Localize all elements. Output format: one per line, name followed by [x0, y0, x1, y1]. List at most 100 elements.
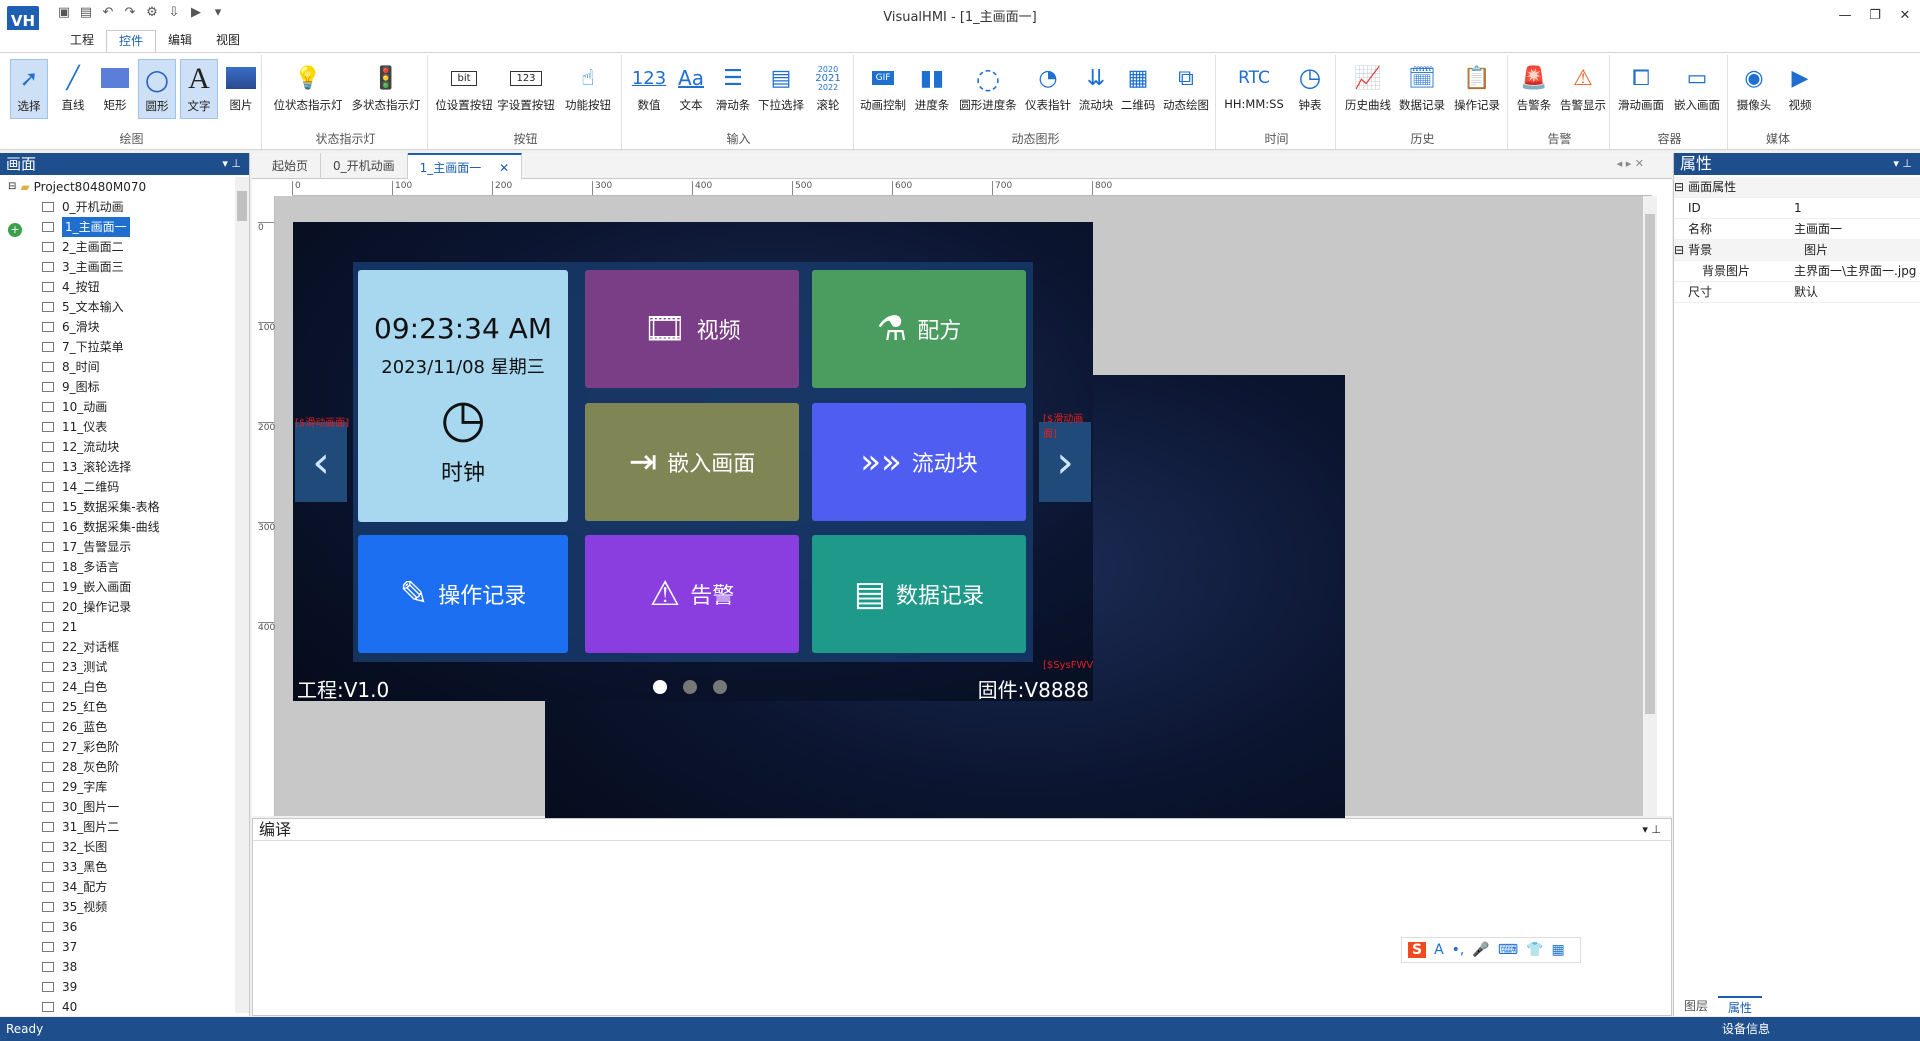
screen-tree-item[interactable]: 10_动画: [0, 397, 234, 417]
property-value[interactable]: 图片: [1804, 240, 1920, 260]
screen-tree-item[interactable]: 25_红色: [0, 697, 234, 717]
add-screen-icon[interactable]: +: [8, 223, 22, 237]
screen-tree-item[interactable]: 8_时间: [0, 357, 234, 377]
recipe-card[interactable]: ⚗ 配方: [812, 270, 1026, 388]
screen-tree-item[interactable]: 24_白色: [0, 677, 234, 697]
screen-tree-item[interactable]: 15_数据采集-表格: [0, 497, 234, 517]
minimize-icon[interactable]: —: [1830, 0, 1860, 30]
oplog-card[interactable]: ✎ 操作记录: [358, 535, 568, 653]
text-input-button[interactable]: Aa 文本: [672, 59, 710, 119]
image-tool-button[interactable]: 图片: [222, 59, 260, 119]
prev-page-button[interactable]: ‹: [295, 422, 347, 502]
property-value[interactable]: 默认: [1794, 282, 1920, 302]
function-button[interactable]: ☝ 功能按钮: [560, 59, 616, 119]
screen-tree-item[interactable]: 13_滚轮选择: [0, 457, 234, 477]
property-value[interactable]: 主画面一: [1794, 219, 1920, 239]
tree-scrollbar[interactable]: [235, 177, 249, 1013]
flow-card[interactable]: »» 流动块: [812, 403, 1026, 521]
close-icon[interactable]: ✕: [1890, 0, 1920, 30]
sliding-screen-button[interactable]: ⧠ 滑动画面: [1614, 59, 1668, 119]
text-tool-button[interactable]: A 文字: [180, 59, 218, 119]
screen-tree-item[interactable]: 9_图标: [0, 377, 234, 397]
screen-tree-item[interactable]: 36: [0, 917, 234, 937]
grid-apps-icon[interactable]: ▦: [1551, 942, 1564, 958]
screen-tree-item[interactable]: 23_测试: [0, 657, 234, 677]
history-curve-button[interactable]: 📈 历史曲线: [1342, 59, 1394, 119]
screen-tree-item[interactable]: 26_蓝色: [0, 717, 234, 737]
screen-tree-item[interactable]: 3_主画面三: [0, 257, 234, 277]
alarm-bar-button[interactable]: 🚨 告警条: [1512, 59, 1556, 119]
line-tool-button[interactable]: ╱ 直线: [54, 59, 92, 119]
collapse-icon[interactable]: ⊟: [1674, 177, 1684, 197]
clock-card[interactable]: 09:23:34 AM 2023/11/08 星期三 ◷ 时钟: [358, 270, 568, 522]
screen-tree-item[interactable]: 17_告警显示: [0, 537, 234, 557]
property-row[interactable]: 背景图片 主界面一\主界面一.jpg: [1674, 261, 1920, 282]
screen-tree-item[interactable]: 6_滑块: [0, 317, 234, 337]
dynamic-draw-button[interactable]: ⧉ 动态绘图: [1160, 59, 1212, 119]
menu-view[interactable]: 视图: [204, 30, 252, 52]
embed-card[interactable]: ⇥ 嵌入画面: [585, 403, 799, 521]
numeric-input-button[interactable]: 123 数值: [630, 59, 668, 119]
property-value[interactable]: 主界面一\主界面一.jpg: [1794, 261, 1920, 281]
collapse-icon[interactable]: ⊟: [8, 177, 16, 197]
alarm-card[interactable]: ⚠ 告警: [585, 535, 799, 653]
screen-tree-item[interactable]: 37: [0, 937, 234, 957]
screen-tree-item[interactable]: 20_操作记录: [0, 597, 234, 617]
screen-tree-item[interactable]: 19_嵌入画面: [0, 577, 234, 597]
screen-tree-item[interactable]: 30_图片一: [0, 797, 234, 817]
hmi-canvas[interactable]: 09:23:34 AM 2023/11/08 星期三 ◷ 时钟 🎞 视频 ⚗ 配方 …: [293, 222, 1093, 701]
dropdown-button[interactable]: ▤ 下拉选择: [756, 59, 806, 119]
flow-block-button[interactable]: ⇊ 流动块: [1076, 59, 1116, 119]
tab-layers[interactable]: 图层: [1674, 996, 1718, 1016]
page-dot-1[interactable]: [653, 680, 667, 694]
menu-controls[interactable]: 控件: [106, 30, 157, 52]
keyboard-icon[interactable]: ⌨: [1498, 942, 1518, 958]
screen-tree-item[interactable]: 16_数据采集-曲线: [0, 517, 234, 537]
menu-project[interactable]: 工程: [58, 30, 106, 52]
screen-tree-item[interactable]: 35_视频: [0, 897, 234, 917]
restore-icon[interactable]: ❐: [1860, 0, 1890, 30]
tab-start[interactable]: 起始页: [260, 153, 322, 179]
skin-shirt-icon[interactable]: 👕: [1526, 942, 1543, 958]
screen-tree-item[interactable]: 27_彩色阶: [0, 737, 234, 757]
bit-lamp-button[interactable]: 💡 位状态指示灯: [272, 59, 344, 119]
video-card[interactable]: 🎞 视频: [585, 270, 799, 388]
embed-screen-button[interactable]: ▭ 嵌入画面: [1670, 59, 1724, 119]
collapse-icon[interactable]: ⊟: [1674, 240, 1684, 260]
scroll-thumb[interactable]: [237, 191, 247, 221]
screen-tree-item[interactable]: 14_二维码: [0, 477, 234, 497]
slider-button[interactable]: ☰ 滑动条: [714, 59, 752, 119]
canvas-scrollbar[interactable]: [1643, 196, 1657, 816]
video-button[interactable]: ▶ 视频: [1778, 59, 1822, 119]
pin-icon[interactable]: ▾ ⊥: [222, 153, 241, 175]
property-row[interactable]: 尺寸 默认: [1674, 282, 1920, 303]
qrcode-button[interactable]: ▦ 二维码: [1118, 59, 1158, 119]
sogou-s-icon[interactable]: S: [1408, 942, 1427, 958]
screen-tree-item[interactable]: 38: [0, 957, 234, 977]
data-record-button[interactable]: 🗓 数据记录: [1396, 59, 1448, 119]
pin-icon[interactable]: ▾ ⊥: [1893, 153, 1912, 175]
screen-tree-item[interactable]: 22_对话框: [0, 637, 234, 657]
project-root[interactable]: ⊟ ▰ Project80480M070: [0, 177, 234, 197]
word-set-button[interactable]: 123 字设置按钮: [496, 59, 556, 119]
microphone-icon[interactable]: 🎤: [1472, 942, 1489, 958]
property-row[interactable]: 名称 主画面一: [1674, 219, 1920, 240]
pin-icon[interactable]: ▾ ⊥: [1642, 819, 1661, 841]
rect-tool-button[interactable]: 矩形: [96, 59, 134, 119]
camera-button[interactable]: ◉ 摄像头: [1732, 59, 1776, 119]
property-category[interactable]: ⊟ 背景 图片: [1674, 240, 1920, 261]
device-info[interactable]: 设备信息: [1722, 1017, 1770, 1041]
circular-progress-button[interactable]: ◌ 圆形进度条: [956, 59, 1020, 119]
operation-log-button[interactable]: 📋 操作记录: [1450, 59, 1504, 119]
bit-set-button[interactable]: bit 位设置按钮: [434, 59, 494, 119]
screen-tree-item[interactable]: 39: [0, 977, 234, 997]
menu-edit[interactable]: 编辑: [156, 30, 204, 52]
property-category[interactable]: ⊟ 画面属性: [1674, 177, 1920, 198]
screen-tree-item[interactable]: 34_配方: [0, 877, 234, 897]
screen-tree-item[interactable]: 12_流动块: [0, 437, 234, 457]
tab-nav-arrows[interactable]: ◂ ▸ ✕: [1617, 157, 1644, 170]
select-tool-button[interactable]: ➚ 选择: [10, 59, 48, 119]
screen-tree-item[interactable]: 18_多语言: [0, 557, 234, 577]
rtc-button[interactable]: RTC HH:MM:SS: [1222, 59, 1286, 119]
screen-tree-item[interactable]: 28_灰色阶: [0, 757, 234, 777]
